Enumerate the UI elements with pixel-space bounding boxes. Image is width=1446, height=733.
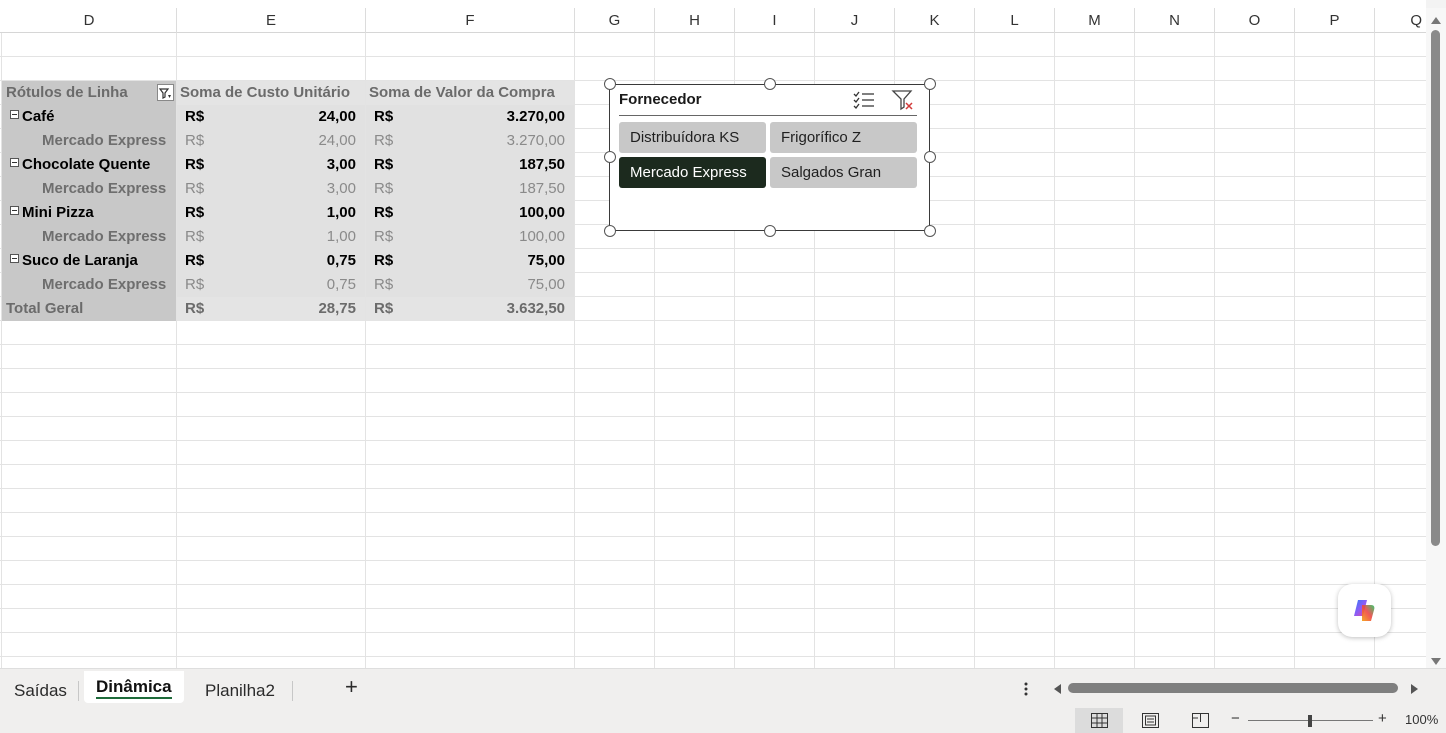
pivot-row-label[interactable]: Mercado Express xyxy=(2,273,176,297)
page-break-icon xyxy=(1192,713,1209,733)
pivot-cost-cell[interactable]: R$ 3,00 xyxy=(177,153,365,177)
column-header-o[interactable]: O xyxy=(1215,8,1295,33)
slicer-title: Fornecedor xyxy=(619,91,702,108)
column-header-e[interactable]: E xyxy=(177,8,366,33)
pivot-cost-cell[interactable]: R$ 24,00 xyxy=(177,105,365,129)
column-header-p[interactable]: P xyxy=(1295,8,1375,33)
column-header-q[interactable]: Q xyxy=(1375,8,1426,33)
pivot-row-label[interactable]: Café xyxy=(2,105,176,129)
pivot-row-label[interactable]: Suco de Laranja xyxy=(2,249,176,273)
pivot-value-cell[interactable]: R$ 187,50 xyxy=(366,153,574,177)
status-bar: − + 100% xyxy=(0,708,1446,733)
slicer-item-distribuidora-ks[interactable]: Distribuídora KS xyxy=(619,122,766,153)
page-break-preview-button[interactable] xyxy=(1176,708,1224,733)
scroll-up-icon[interactable] xyxy=(1430,12,1442,30)
slicer-item-mercado-express[interactable]: Mercado Express xyxy=(619,157,766,188)
pivot-cost-cell[interactable]: R$ 24,00 xyxy=(177,129,365,153)
resize-handle[interactable] xyxy=(924,225,936,237)
vertical-scroll-thumb[interactable] xyxy=(1431,30,1440,546)
scroll-right-icon[interactable] xyxy=(1410,682,1420,700)
copilot-button[interactable] xyxy=(1338,584,1391,637)
active-tab-underline xyxy=(96,697,172,699)
multi-select-icon[interactable] xyxy=(852,89,876,111)
zoom-in-button[interactable]: + xyxy=(1378,710,1387,727)
resize-handle[interactable] xyxy=(604,151,616,163)
slicer-fornecedor[interactable]: Fornecedor Distribuídora KS Frigorífico … xyxy=(609,84,930,231)
normal-view-button[interactable] xyxy=(1075,708,1123,733)
pivot-cost-cell[interactable]: R$ 0,75 xyxy=(177,273,365,297)
zoom-level[interactable]: 100% xyxy=(1405,712,1438,727)
clear-filter-icon[interactable] xyxy=(891,88,915,112)
pivot-cost-cell[interactable]: R$ 1,00 xyxy=(177,201,365,225)
horizontal-scroll-thumb[interactable] xyxy=(1068,683,1398,693)
pivot-total-cost[interactable]: R$ 28,75 xyxy=(177,297,365,321)
pivot-value-cell[interactable]: R$ 187,50 xyxy=(366,177,574,201)
column-header-m[interactable]: M xyxy=(1055,8,1135,33)
column-header-g[interactable]: G xyxy=(575,8,655,33)
tab-separator xyxy=(292,681,293,701)
pivot-row-label[interactable]: Mercado Express xyxy=(2,225,176,249)
resize-handle[interactable] xyxy=(924,78,936,90)
resize-handle[interactable] xyxy=(604,78,616,90)
page-layout-button[interactable] xyxy=(1126,708,1174,733)
pivot-value-cell[interactable]: R$ 75,00 xyxy=(366,273,574,297)
vertical-scrollbar[interactable] xyxy=(1426,8,1446,668)
slicer-item-frigorifico-z[interactable]: Frigorífico Z xyxy=(770,122,917,153)
tab-separator xyxy=(78,681,79,701)
column-header-l[interactable]: L xyxy=(975,8,1055,33)
resize-handle[interactable] xyxy=(764,78,776,90)
column-header-i[interactable]: I xyxy=(735,8,815,33)
excel-window: D E F G H I J K L M N O P Q Rótulos de L… xyxy=(0,0,1446,733)
column-header-f[interactable]: F xyxy=(366,8,575,33)
pivot-total-value[interactable]: R$ 3.632,50 xyxy=(366,297,574,321)
pivot-header-cost[interactable]: Soma de Custo Unitário xyxy=(177,81,365,105)
pivot-row-label[interactable]: Mini Pizza xyxy=(2,201,176,225)
resize-handle[interactable] xyxy=(604,225,616,237)
pivot-value-cell[interactable]: R$ 75,00 xyxy=(366,249,574,273)
pivot-header-row-labels[interactable]: Rótulos de Linha xyxy=(2,81,176,105)
scroll-left-icon[interactable] xyxy=(1052,682,1062,700)
column-header-h[interactable]: H xyxy=(655,8,735,33)
sheet-tab-planilha2[interactable]: Planilha2 xyxy=(205,677,275,705)
page-layout-icon xyxy=(1142,713,1159,733)
sheet-tab-saidas[interactable]: Saídas xyxy=(14,677,67,705)
pivot-row-label[interactable]: Mercado Express xyxy=(2,177,176,201)
pivot-value-cell[interactable]: R$ 100,00 xyxy=(366,201,574,225)
pivot-header-row-labels-text: Rótulos de Linha xyxy=(6,84,128,101)
zoom-slider-thumb[interactable] xyxy=(1308,715,1312,727)
pivot-cost-cell[interactable]: R$ 3,00 xyxy=(177,177,365,201)
add-sheet-button[interactable]: + xyxy=(345,673,358,701)
more-options-icon[interactable] xyxy=(1023,681,1029,702)
pivot-row-label[interactable]: Chocolate Quente xyxy=(2,153,176,177)
pivot-header-value[interactable]: Soma de Valor da Compra xyxy=(366,81,574,105)
filter-dropdown-icon[interactable] xyxy=(157,84,174,101)
collapse-icon[interactable] xyxy=(10,110,19,119)
sheet-tab-dinamica[interactable]: Dinâmica xyxy=(84,671,184,703)
column-headers: D E F G H I J K L M N O P Q xyxy=(0,0,1426,33)
column-header-k[interactable]: K xyxy=(895,8,975,33)
zoom-out-button[interactable]: − xyxy=(1231,710,1240,727)
pivot-cost-cell[interactable]: R$ 0,75 xyxy=(177,249,365,273)
collapse-icon[interactable] xyxy=(10,206,19,215)
pivot-cost-cell[interactable]: R$ 1,00 xyxy=(177,225,365,249)
column-header-d[interactable]: D xyxy=(2,8,177,33)
resize-handle[interactable] xyxy=(924,151,936,163)
column-header-n[interactable]: N xyxy=(1135,8,1215,33)
pivot-row-label[interactable]: Mercado Express xyxy=(2,129,176,153)
collapse-icon[interactable] xyxy=(10,158,19,167)
pivot-value-cell[interactable]: R$ 100,00 xyxy=(366,225,574,249)
resize-handle[interactable] xyxy=(764,225,776,237)
pivot-total-label[interactable]: Total Geral xyxy=(2,297,176,321)
collapse-icon[interactable] xyxy=(10,254,19,263)
grid-view-icon xyxy=(1091,713,1108,733)
pivot-value-cell[interactable]: R$ 3.270,00 xyxy=(366,129,574,153)
sheet-tab-dinamica-label: Dinâmica xyxy=(96,677,172,696)
copilot-icon xyxy=(1350,596,1379,630)
column-header-j[interactable]: J xyxy=(815,8,895,33)
slicer-divider xyxy=(619,115,917,116)
slicer-item-salgados-gran[interactable]: Salgados Gran xyxy=(770,157,917,188)
horizontal-scrollbar[interactable] xyxy=(1048,679,1426,697)
sheet-tabs-bar: Saídas Dinâmica Planilha2 + xyxy=(0,668,1446,708)
pivot-value-cell[interactable]: R$ 3.270,00 xyxy=(366,105,574,129)
